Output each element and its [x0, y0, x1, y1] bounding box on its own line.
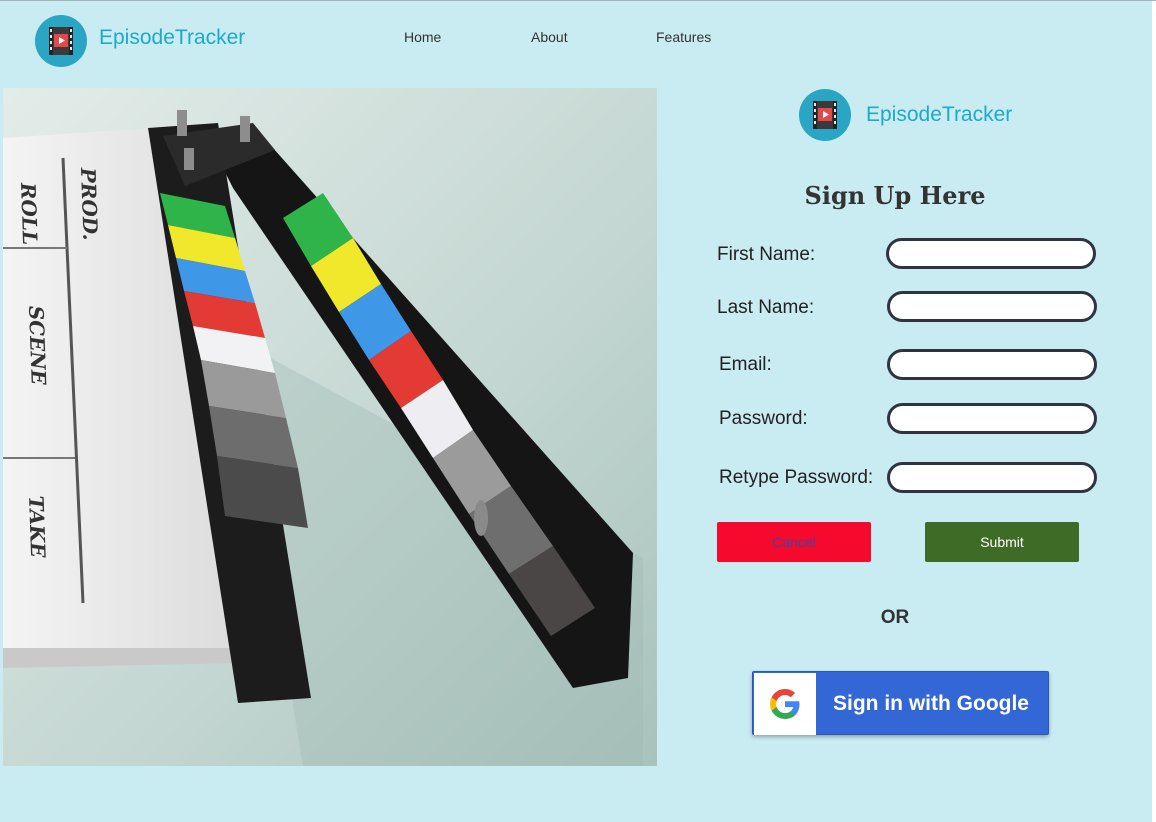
slate-label-roll: ROLL	[16, 181, 42, 245]
google-signin-label: Sign in with Google	[833, 692, 1029, 715]
brand-name[interactable]: EpisodeTracker	[99, 26, 245, 50]
email-label: Email:	[719, 354, 772, 375]
google-g-icon	[754, 673, 816, 735]
retype-password-label: Retype Password:	[719, 467, 874, 488]
form-brand-name: EpisodeTracker	[866, 103, 1013, 126]
first-name-label: First Name:	[717, 244, 816, 265]
password-label: Password:	[719, 408, 808, 429]
film-logo-icon[interactable]	[35, 15, 87, 67]
nav-home[interactable]: Home	[404, 29, 441, 45]
slate-label-scene: SCENE	[24, 305, 51, 386]
slate-label-prod: PROD.	[76, 166, 103, 240]
first-name-input[interactable]	[886, 238, 1096, 269]
last-name-label: Last Name:	[717, 297, 815, 318]
form-logo-icon	[799, 89, 851, 141]
clapperboard-image: ROLL PROD. SCENE TAKE	[3, 88, 657, 766]
or-divider: OR	[880, 607, 910, 628]
last-name-input[interactable]	[887, 291, 1097, 322]
window-edge	[1152, 1, 1156, 822]
nav-features[interactable]: Features	[656, 29, 711, 45]
signup-title: Sign Up Here	[804, 181, 986, 210]
nav-about[interactable]: About	[531, 29, 568, 45]
retype-password-input[interactable]	[887, 462, 1097, 493]
top-navbar: EpisodeTracker Home About Features	[0, 1, 1152, 77]
email-input[interactable]	[887, 349, 1097, 380]
google-signin-button[interactable]: Sign in with Google	[752, 671, 1049, 735]
submit-button[interactable]: Submit	[925, 522, 1079, 562]
password-input[interactable]	[887, 403, 1097, 434]
slate-label-take: TAKE	[24, 495, 50, 558]
cancel-button[interactable]: Cancel	[717, 522, 871, 562]
